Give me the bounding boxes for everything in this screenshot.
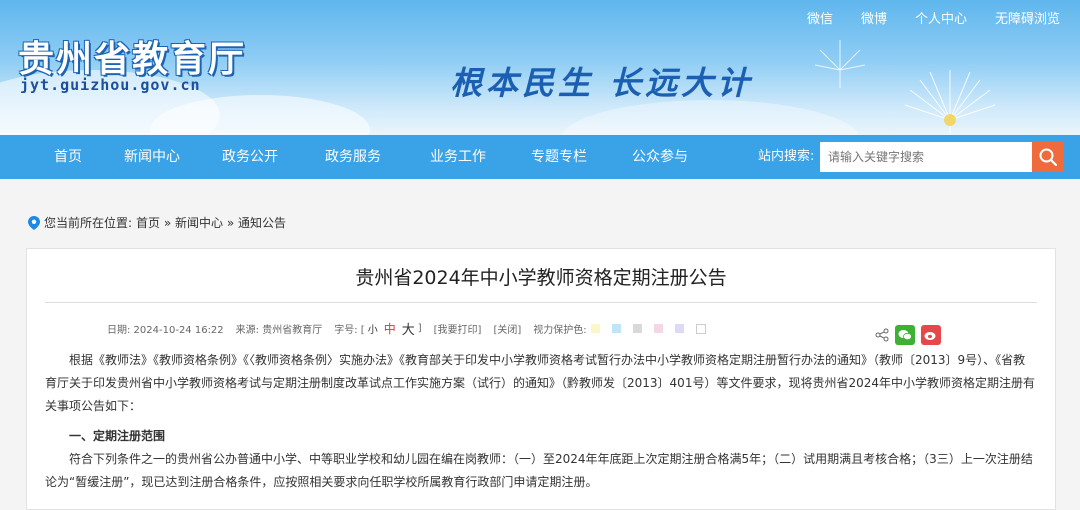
search-label: 站内搜索: <box>758 149 815 164</box>
eye-color-swatch[interactable] <box>590 324 600 333</box>
font-size-label: 字号: [ <box>334 325 365 336</box>
wechat-share-icon[interactable] <box>895 325 915 345</box>
eye-color-swatch[interactable] <box>632 324 642 333</box>
font-size-large[interactable]: 大 <box>402 319 415 338</box>
search-input[interactable] <box>820 142 1032 172</box>
main-nav: 首页 新闻中心 政务公开 政务服务 业务工作 专题专栏 公众参与 站内搜索: <box>0 135 1080 179</box>
nav-item-government-affairs[interactable]: 政务公开 <box>222 135 278 179</box>
article-paragraph: 根据《教师法》《教师资格条例》《〈教师资格条例〉实施办法》《教育部关于印发中小学… <box>45 353 1035 413</box>
title-divider <box>45 302 1037 303</box>
publish-date: 日期: 2024-10-24 16:22 <box>107 325 224 336</box>
eye-protection-label: 视力保护色: <box>533 325 587 336</box>
nav-item-home[interactable]: 首页 <box>54 135 82 179</box>
section-heading: 一、定期注册范围 <box>69 429 166 443</box>
eye-color-swatch[interactable] <box>611 324 621 333</box>
weibo-link[interactable]: 微博 <box>861 8 887 27</box>
site-header: 贵州省教育厅 jyt.guizhou.gov.cn 根本民生 长远大计 微信 微… <box>0 0 1080 135</box>
top-links: 微信 微博 个人中心 无障碍浏览 <box>807 8 1060 27</box>
site-domain: jyt.guizhou.gov.cn <box>20 76 201 94</box>
article-paragraph: 符合下列条件之一的贵州省公办普通中小学、中等职业学校和幼儿园在编在岗教师：（一）… <box>45 452 1033 489</box>
share-bar <box>875 325 941 345</box>
article-meta: 日期: 2024-10-24 16:22 来源: 贵州省教育厅 字号: [ 小 … <box>107 319 718 338</box>
nav-item-government-services[interactable]: 政务服务 <box>325 135 381 179</box>
site-slogan: 根本民生 长远大计 <box>450 64 754 102</box>
location-pin-icon <box>28 215 40 230</box>
eye-color-swatch[interactable] <box>653 324 663 333</box>
breadcrumb-prefix: 您当前所在位置: <box>44 216 133 230</box>
weibo-share-icon[interactable] <box>921 325 941 345</box>
eye-color-swatch[interactable] <box>674 324 684 333</box>
breadcrumb-path[interactable]: 首页 » 新闻中心 » 通知公告 <box>136 214 286 231</box>
nav-item-public-participation[interactable]: 公众参与 <box>632 135 688 179</box>
share-icon[interactable] <box>875 328 889 342</box>
personal-center-link[interactable]: 个人中心 <box>915 8 967 27</box>
site-logo-title[interactable]: 贵州省教育厅 <box>18 30 246 82</box>
nav-item-news-center[interactable]: 新闻中心 <box>124 135 180 179</box>
accessibility-link[interactable]: 无障碍浏览 <box>995 8 1060 27</box>
font-size-close: ] <box>417 323 422 334</box>
font-size-medium[interactable]: 中 <box>384 320 396 337</box>
cloud-decoration <box>560 100 860 135</box>
article-container: 贵州省2024年中小学教师资格定期注册公告 日期: 2024-10-24 16:… <box>26 248 1056 510</box>
close-link[interactable]: [关闭] <box>493 321 521 336</box>
nav-item-business-work[interactable]: 业务工作 <box>430 135 486 179</box>
breadcrumb: 您当前所在位置: 首页 » 新闻中心 » 通知公告 <box>28 214 286 231</box>
dandelion-icon <box>904 70 996 135</box>
eye-color-swatch[interactable] <box>695 323 706 334</box>
floating-seed-icon <box>814 40 866 88</box>
nav-item-special-topics[interactable]: 专题专栏 <box>531 135 587 179</box>
wechat-link[interactable]: 微信 <box>807 8 833 27</box>
article-title: 贵州省2024年中小学教师资格定期注册公告 <box>355 267 727 289</box>
article-source: 来源: 贵州省教育厅 <box>235 325 323 336</box>
font-size-small[interactable]: 小 <box>368 321 378 336</box>
search-button[interactable] <box>1032 142 1064 172</box>
print-link[interactable]: [我要打印] <box>434 321 482 336</box>
search-icon <box>1039 148 1058 167</box>
